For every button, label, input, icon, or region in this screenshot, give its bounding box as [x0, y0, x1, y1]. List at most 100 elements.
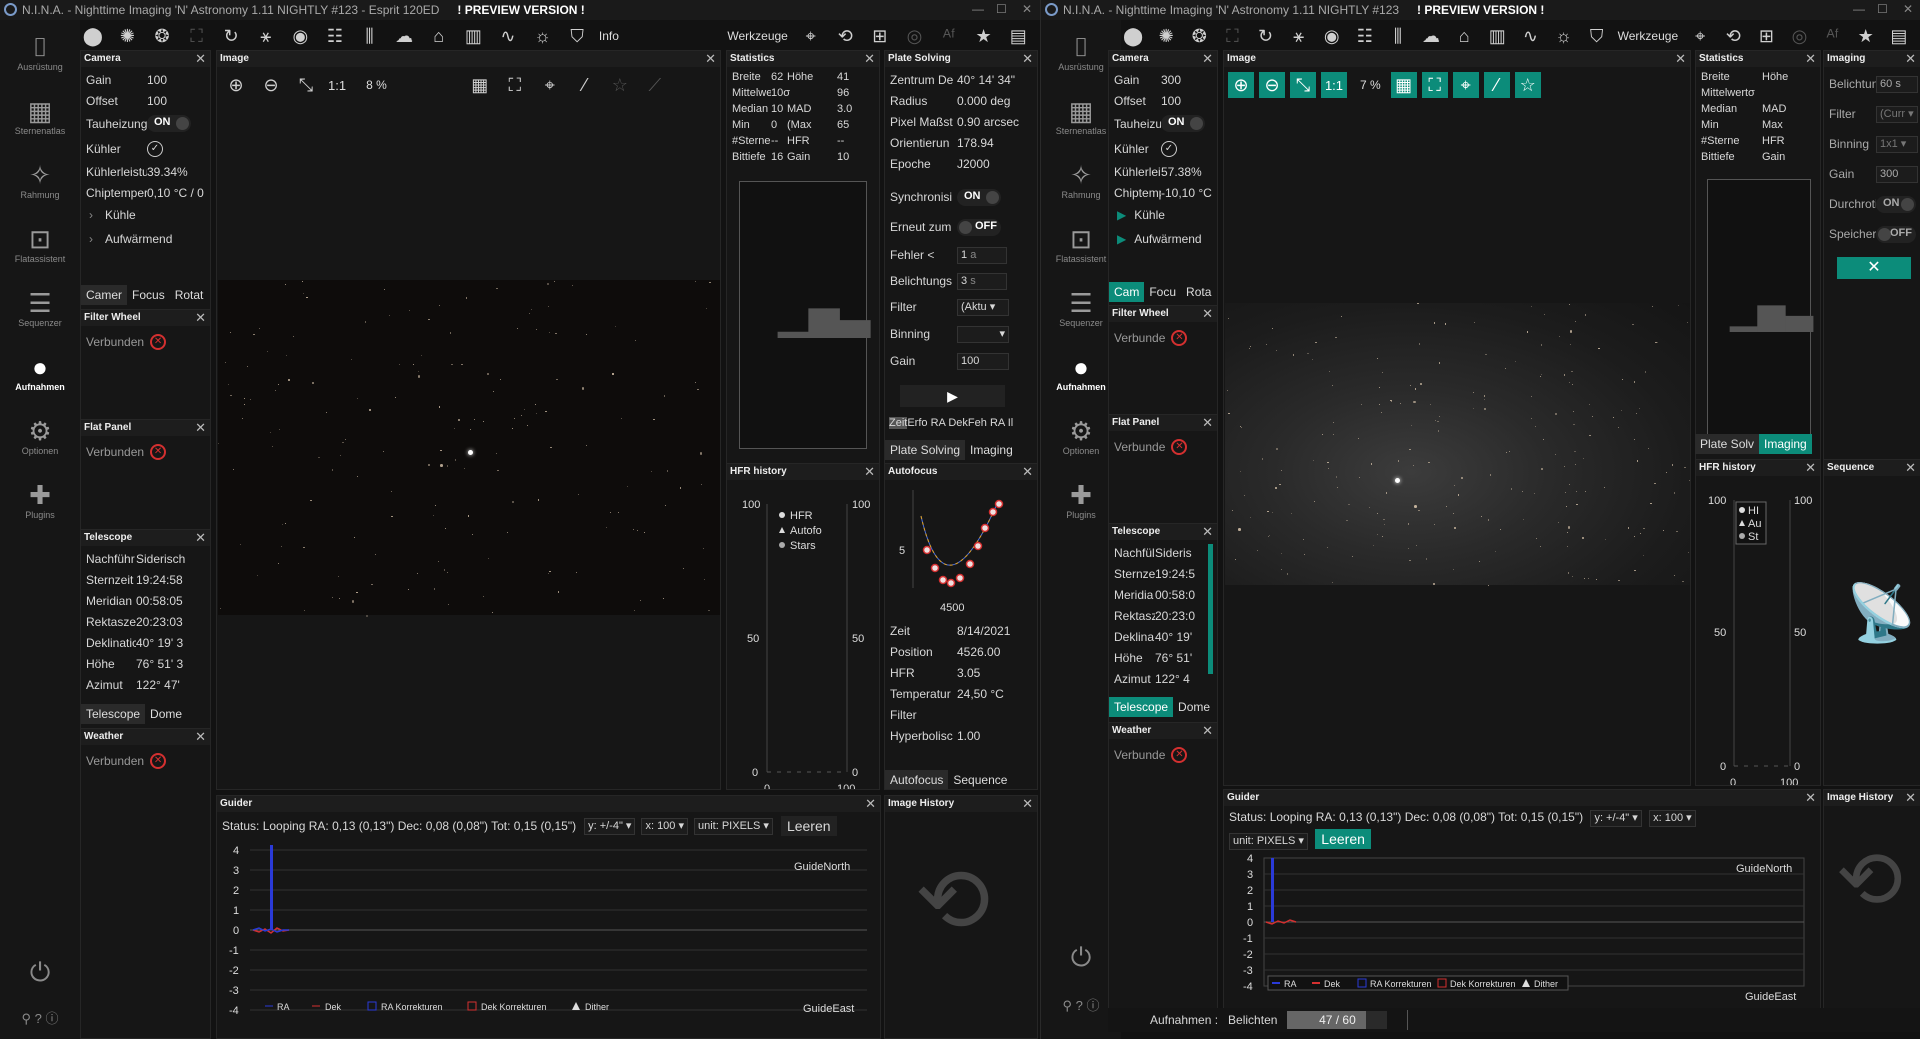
scrollbar[interactable] [1208, 544, 1213, 674]
exposure-input[interactable]: 3 s [957, 272, 1007, 290]
weather-icon[interactable]: ☁ [1419, 23, 1443, 49]
close-icon[interactable]: ✕ [1905, 51, 1916, 67]
telescope-icon[interactable]: ⚹ [253, 23, 279, 49]
focuser-icon[interactable]: ⛶ [184, 23, 210, 49]
switch-icon[interactable]: ☷ [1353, 23, 1377, 49]
camera-shutter-icon[interactable]: ⬤ [1121, 23, 1145, 49]
af-icon[interactable]: ᴬᶠ [936, 23, 962, 49]
guider-clear-button[interactable]: Leeren [780, 816, 837, 836]
histogram-icon[interactable]: ▥ [1485, 23, 1509, 49]
stretch-icon[interactable]: ⛶ [502, 72, 528, 98]
sidebar-item-sequencer[interactable]: ☰ Sequenzer [0, 276, 80, 340]
filter-select[interactable]: (Curr ▾ [1876, 105, 1918, 123]
telescope-sync-icon[interactable]: ⟋ [642, 72, 668, 98]
sync-toggle[interactable]: ON [957, 188, 1001, 206]
tab-rotator[interactable]: Rota [1181, 282, 1216, 302]
tab-plate-solving[interactable]: Plate Solving [885, 440, 966, 460]
guider-y-select[interactable]: y: +/-4" ▾ [584, 817, 636, 835]
graph-icon[interactable]: ∿ [1518, 23, 1542, 49]
rotator-icon[interactable]: ↻ [1253, 23, 1277, 49]
graph-icon[interactable]: ∿ [495, 23, 521, 49]
error-input[interactable]: 1 a [957, 246, 1007, 264]
sidebar-item-plugins[interactable]: ✚ Plugins [0, 468, 80, 532]
history-icon[interactable]: ⟲ [832, 23, 858, 49]
close-icon[interactable]: ✕ [195, 530, 206, 546]
captured-image[interactable] [1225, 303, 1690, 587]
crosshair-icon[interactable]: ⌖ [798, 23, 824, 49]
history-icon[interactable]: ⟲ [1721, 23, 1745, 49]
aperture-icon[interactable]: ✺ [1154, 23, 1178, 49]
close-icon[interactable]: ✕ [1022, 51, 1033, 67]
filter-wheel-icon[interactable]: ❂ [1187, 23, 1211, 49]
tab-camera[interactable]: Cam [1109, 282, 1145, 302]
minimize-icon[interactable]: — [1853, 2, 1865, 16]
guider-icon[interactable]: ◉ [288, 23, 314, 49]
tab-rotator[interactable]: Rotat [170, 285, 209, 305]
tab-plate-solving[interactable]: Plate Solv [1695, 434, 1760, 454]
close-icon[interactable]: ✕ [1202, 524, 1213, 540]
dome-icon[interactable]: ⌂ [1452, 23, 1476, 49]
zoom-out-icon[interactable]: ⊖ [258, 72, 284, 98]
sidebar-item-skyatlas[interactable]: ▦ Sternenatlas [0, 84, 80, 148]
close-icon[interactable]: ✕ [1905, 460, 1916, 476]
close-icon[interactable]: ✕ [195, 310, 206, 326]
guider-icon[interactable]: ◉ [1320, 23, 1344, 49]
grid-icon[interactable]: ▦ [1390, 72, 1417, 98]
histogram-icon[interactable]: ▥ [461, 23, 487, 49]
star-detect-icon[interactable]: ☆ [1514, 72, 1541, 98]
aperture-icon[interactable]: ✺ [115, 23, 141, 49]
solve-play-button[interactable]: ▶ [900, 385, 1005, 407]
tab-imaging[interactable]: Imaging [1759, 434, 1812, 454]
polar-icon[interactable]: ⊞ [1754, 23, 1778, 49]
dome-icon[interactable]: ⌂ [426, 23, 452, 49]
sidebar-item-equipment[interactable]: ⌷ Ausrüstung [0, 20, 80, 84]
sidebar-item-options[interactable]: ⚙ Optionen [0, 404, 80, 468]
compass-icon[interactable]: ◎ [1787, 23, 1811, 49]
warm-expander[interactable]: ▶ Aufwärmend [1109, 227, 1217, 251]
captured-image[interactable] [218, 280, 720, 618]
star-detect-icon[interactable]: ☆ [607, 72, 633, 98]
gain-input[interactable]: 300 [1876, 165, 1918, 183]
disconnected-icon[interactable]: ✕ [150, 753, 167, 769]
tab-dome[interactable]: Dome [1173, 697, 1215, 717]
zoom-out-icon[interactable]: ⊖ [1259, 72, 1285, 98]
close-icon[interactable]: ✕ [195, 420, 206, 436]
zoom-in-icon[interactable]: ⊕ [1228, 72, 1254, 98]
save-toggle[interactable]: OFF [1876, 225, 1916, 243]
filter-select[interactable]: (Aktu ▾ [957, 298, 1009, 316]
help-icons[interactable]: ⚲ ? ⓘ [0, 1008, 80, 1027]
bulb-icon[interactable]: ☼ [530, 23, 556, 49]
close-icon[interactable]: ✕ [1903, 2, 1913, 16]
table-icon[interactable]: ▤ [1005, 23, 1031, 49]
exposure-input[interactable]: 60 s [1876, 75, 1918, 93]
close-icon[interactable]: ✕ [1202, 51, 1213, 67]
tab-telescope[interactable]: Telescope [81, 704, 146, 724]
guider-unit-select[interactable]: unit: PIXELS ▾ [1229, 833, 1308, 850]
loop-toggle[interactable]: ON [1876, 195, 1916, 213]
close-icon[interactable]: ✕ [865, 796, 876, 812]
disconnected-icon[interactable]: ✕ [1171, 439, 1188, 455]
telescope-icon[interactable]: ⚹ [1287, 23, 1311, 49]
compass-icon[interactable]: ◎ [902, 23, 928, 49]
shield-icon[interactable]: ⛉ [1585, 23, 1609, 49]
crosshair-overlay-icon[interactable]: ⌖ [1452, 72, 1479, 98]
close-icon[interactable]: ✕ [864, 51, 875, 67]
close-icon[interactable]: ✕ [1022, 796, 1033, 812]
maximize-icon[interactable]: ☐ [1877, 2, 1888, 16]
close-icon[interactable]: ✕ [1805, 790, 1816, 806]
guider-clear-button[interactable]: Leeren [1315, 829, 1371, 849]
magic-wand-icon[interactable]: ⁄ [572, 72, 598, 98]
tab-imaging[interactable]: Imaging [965, 440, 1018, 460]
close-icon[interactable]: ✕ [864, 464, 875, 480]
switch-icon[interactable]: ☷ [322, 23, 348, 49]
weather-icon[interactable]: ☁ [391, 23, 417, 49]
tab-focus[interactable]: Focus [127, 285, 170, 305]
grid-icon[interactable]: ▦ [467, 72, 493, 98]
tab-focus[interactable]: Focu [1144, 282, 1181, 302]
stretch-icon[interactable]: ⛶ [1421, 72, 1448, 98]
cool-expander[interactable]: › Kühle [81, 203, 210, 227]
tab-sequence[interactable]: Sequence [948, 770, 1012, 789]
magic-wand-icon[interactable]: ⁄ [1483, 72, 1510, 98]
guider-y-select[interactable]: y: +/-4" ▾ [1590, 810, 1642, 827]
slider-icon[interactable]: ⫼ [1386, 23, 1410, 49]
